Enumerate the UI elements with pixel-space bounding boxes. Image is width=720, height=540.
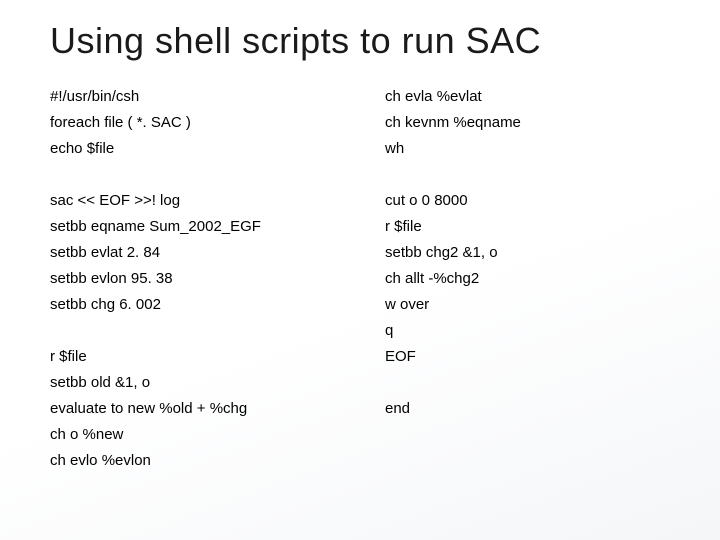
code-line: r $file: [385, 214, 680, 240]
code-line: setbb old &1, o: [50, 370, 345, 396]
blank-line: [385, 162, 680, 188]
code-line: setbb evlat 2. 84: [50, 240, 345, 266]
slide-title: Using shell scripts to run SAC: [50, 20, 680, 62]
code-line: ch evla %evlat: [385, 84, 680, 110]
code-columns: #!/usr/bin/csh foreach file ( *. SAC ) e…: [50, 84, 680, 474]
code-line: ch kevnm %eqname: [385, 110, 680, 136]
code-line: setbb chg 6. 002: [50, 292, 345, 318]
code-line: #!/usr/bin/csh: [50, 84, 345, 110]
code-line: EOF: [385, 344, 680, 370]
code-line: wh: [385, 136, 680, 162]
code-line: evaluate to new %old + %chg: [50, 396, 345, 422]
blank-line: [50, 318, 345, 344]
code-line: setbb chg2 &1, o: [385, 240, 680, 266]
blank-line: [385, 422, 680, 448]
code-line: cut o 0 8000: [385, 188, 680, 214]
code-line: setbb evlon 95. 38: [50, 266, 345, 292]
code-line: w over: [385, 292, 680, 318]
code-line: q: [385, 318, 680, 344]
blank-line: [50, 162, 345, 188]
code-line: ch o %new: [50, 422, 345, 448]
right-column: ch evla %evlat ch kevnm %eqname wh cut o…: [385, 84, 680, 474]
blank-line: [385, 370, 680, 396]
blank-line: [385, 448, 680, 474]
code-line: end: [385, 396, 680, 422]
code-line: ch allt -%chg2: [385, 266, 680, 292]
code-line: foreach file ( *. SAC ): [50, 110, 345, 136]
code-line: echo $file: [50, 136, 345, 162]
code-line: ch evlo %evlon: [50, 448, 345, 474]
code-line: r $file: [50, 344, 345, 370]
left-column: #!/usr/bin/csh foreach file ( *. SAC ) e…: [50, 84, 345, 474]
code-line: sac << EOF >>! log: [50, 188, 345, 214]
code-line: setbb eqname Sum_2002_EGF: [50, 214, 345, 240]
